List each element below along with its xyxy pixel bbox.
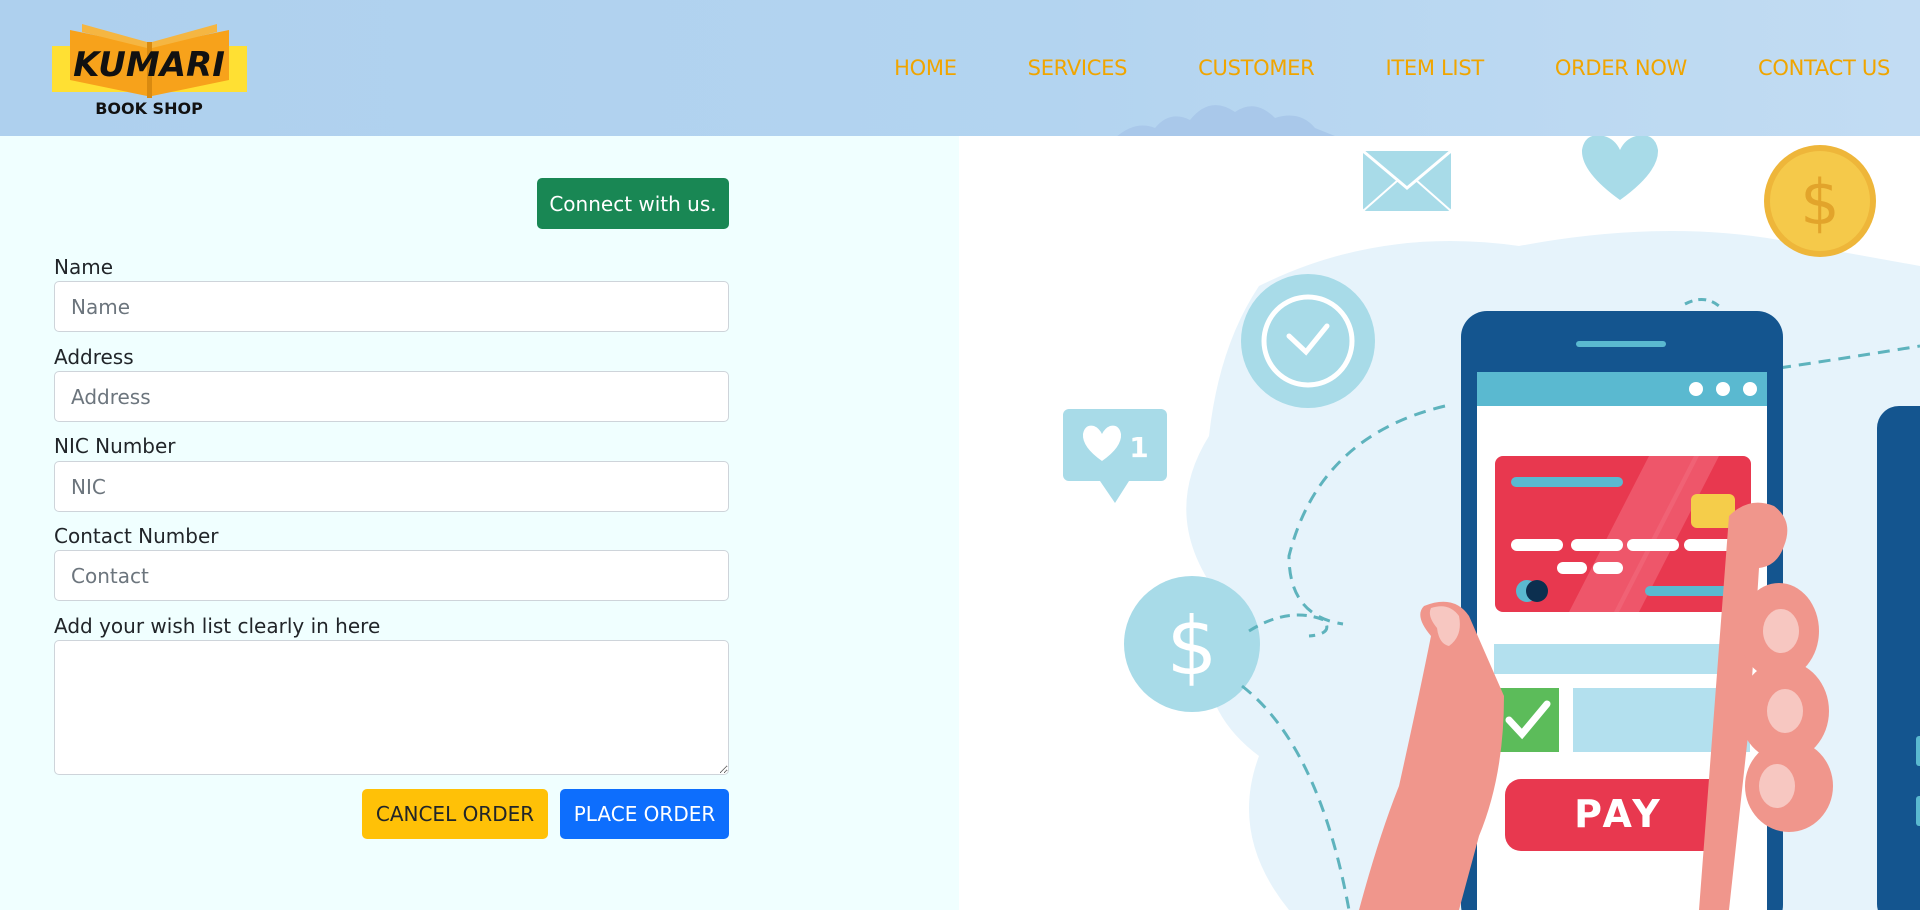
connect-button[interactable]: Connect with us. (537, 178, 729, 229)
cancel-order-button[interactable]: CANCEL ORDER (362, 789, 548, 839)
name-input[interactable] (54, 281, 729, 332)
wishlist-label: Add your wish list clearly in here (54, 614, 381, 638)
contact-label: Contact Number (54, 524, 219, 548)
pay-label: PAY (1574, 792, 1664, 836)
illustration-svg: $ 1 $ PAY (1063, 136, 1920, 910)
place-order-button[interactable]: PLACE ORDER (560, 789, 729, 839)
name-label: Name (54, 255, 114, 279)
cloud-decoration (1117, 105, 1335, 136)
nav-contact-us[interactable]: CONTACT US (1758, 54, 1890, 82)
main-nav: HOME SERVICES CUSTOMER ITEM LIST ORDER N… (823, 54, 1890, 82)
logo-subtitle: BOOK SHOP (95, 99, 203, 118)
wishlist-textarea[interactable] (54, 640, 729, 775)
payment-illustration: $ 1 $ PAY (959, 136, 1920, 910)
svg-text:$: $ (1800, 166, 1839, 239)
heart-icon (1581, 136, 1659, 200)
nic-label: NIC Number (54, 434, 176, 458)
address-input[interactable] (54, 371, 729, 422)
logo-title: KUMARI (73, 45, 225, 85)
book-logo-icon: KUMARI BOOK SHOP (52, 24, 247, 118)
nav-item-list[interactable]: ITEM LIST (1385, 54, 1484, 82)
nav-customer[interactable]: CUSTOMER (1198, 54, 1315, 82)
like-count: 1 (1129, 431, 1148, 464)
address-label: Address (54, 345, 134, 369)
order-form-panel: Connect with us. Name Address NIC Number… (0, 136, 959, 910)
dollar-circle-icon: $ (1124, 576, 1260, 712)
like-bubble-icon: 1 (1063, 409, 1167, 503)
mail-icon (1362, 149, 1452, 212)
contact-input[interactable] (54, 550, 729, 601)
nav-services[interactable]: SERVICES (1028, 54, 1128, 82)
nav-home[interactable]: HOME (894, 54, 957, 82)
clock-icon (1241, 274, 1375, 408)
nic-input[interactable] (54, 461, 729, 512)
site-header: KUMARI BOOK SHOP HOME SERVICES CUSTOMER … (0, 0, 1920, 136)
nav-order-now[interactable]: ORDER NOW (1555, 54, 1687, 82)
checkmark-icon (1495, 688, 1559, 752)
credit-card-icon (1495, 456, 1751, 612)
logo[interactable]: KUMARI BOOK SHOP (52, 18, 247, 121)
pay-button[interactable]: PAY (1505, 779, 1733, 851)
svg-text:$: $ (1167, 600, 1218, 693)
dollar-coin-icon: $ (1764, 145, 1876, 257)
